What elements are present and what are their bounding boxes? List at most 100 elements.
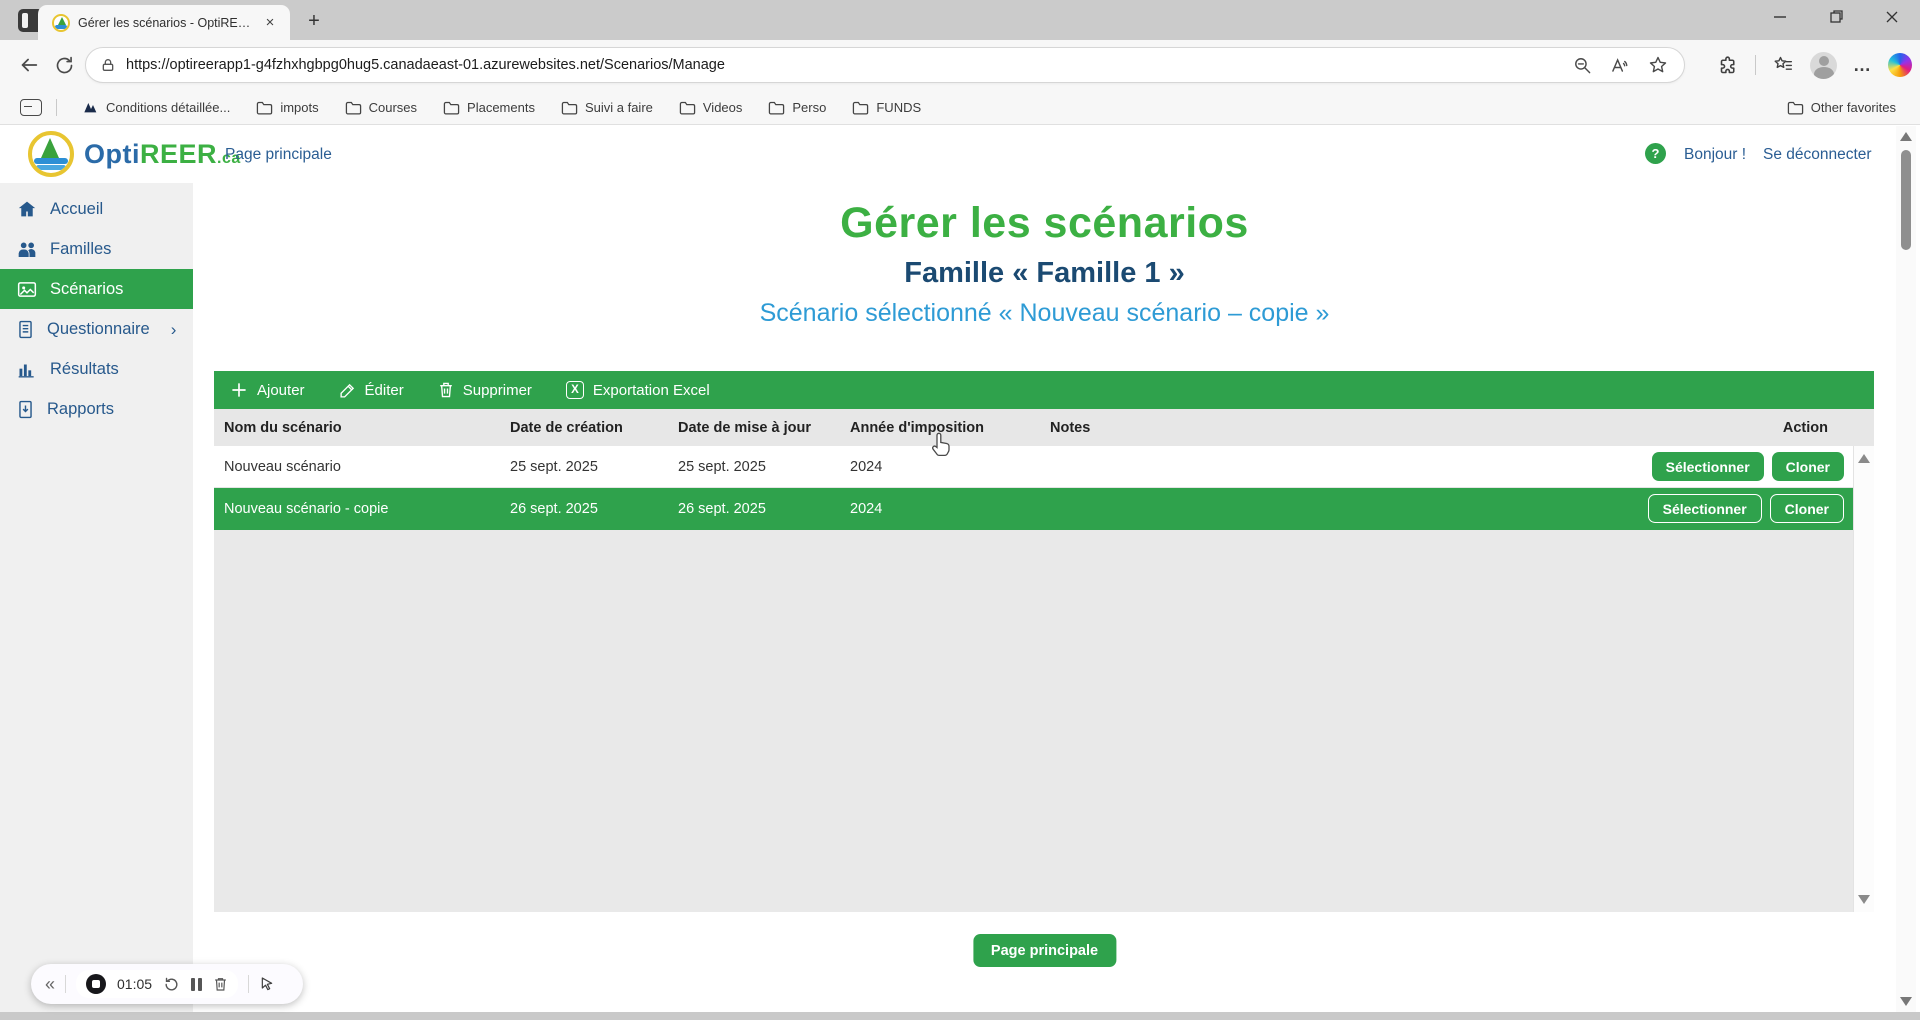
scroll-down-icon[interactable] [1858,895,1870,904]
page-title: Gérer les scénarios [193,199,1896,248]
bookmark-suivi[interactable]: Suivi a faire [561,100,653,115]
chevron-right-icon: › [171,320,177,340]
table-row-selected[interactable]: Nouveau scénario - copie 26 sept. 2025 2… [214,488,1874,530]
scrollbar-up-icon[interactable] [1900,132,1912,141]
browser-scrollbar[interactable] [1896,126,1916,1012]
minimize-button[interactable] [1752,0,1808,40]
logout-link[interactable]: Se déconnecter [1763,146,1872,164]
col-date-mise-a-jour[interactable]: Date de mise à jour [678,420,850,436]
recorder-controls: 01:05 [76,970,238,998]
main-content: Gérer les scénarios Famille « Famille 1 … [193,183,1896,1012]
export-excel-button[interactable]: X Exportation Excel [566,381,710,399]
toolbar-divider [1755,55,1756,75]
excel-icon: X [566,381,584,399]
sidebar-item-scenarios[interactable]: Scénarios [0,269,193,309]
export-button-label: Exportation Excel [593,382,710,399]
sidebar-item-label: Questionnaire [47,320,150,339]
app-logo[interactable]: OptiREER.ca [28,131,241,177]
url-text[interactable]: https://optireerapp1-g4fzhxhgbpg0hug5.ca… [126,57,1573,73]
other-favorites[interactable]: Other favorites [1787,90,1896,125]
delete-recording-icon[interactable] [213,976,228,992]
collections-icon[interactable] [1772,55,1794,75]
edit-button[interactable]: Éditer [339,382,404,399]
stop-recording-icon[interactable] [86,974,106,994]
profile-avatar[interactable] [1810,52,1837,79]
sidebar-item-rapports[interactable]: Rapports [0,389,193,429]
zoom-out-icon[interactable] [1573,56,1592,75]
sidebar-toggle-icon[interactable] [20,99,42,116]
col-annee-imposition[interactable]: Année d'imposition [850,420,1050,436]
folder-icon [1787,100,1804,115]
recorder-collapse-icon[interactable]: « [45,974,55,995]
address-bar[interactable]: https://optireerapp1-g4fzhxhgbpg0hug5.ca… [85,47,1685,83]
delete-button-label: Supprimer [463,382,532,399]
table-scrollbar[interactable] [1853,446,1874,912]
extensions-icon[interactable] [1718,55,1739,76]
app-header: OptiREER.ca Page principale ? Bonjour ! … [0,126,1896,183]
bookmark-funds[interactable]: FUNDS [852,100,921,115]
sidebar-item-label: Familles [50,240,111,259]
col-date-creation[interactable]: Date de création [510,420,678,436]
bookmark-placements[interactable]: Placements [443,100,535,115]
col-nom-scenario[interactable]: Nom du scénario [224,420,510,436]
clone-button[interactable]: Cloner [1770,494,1844,523]
bar-chart-icon [17,361,37,378]
scrollbar-thumb[interactable] [1901,150,1911,250]
help-icon[interactable]: ? [1645,143,1666,164]
bookmark-courses[interactable]: Courses [345,100,417,115]
brand-reer: REER [140,139,217,169]
select-button[interactable]: Sélectionner [1648,494,1762,523]
greeting-link[interactable]: Bonjour ! [1684,146,1746,164]
cell-actions: Sélectionner Cloner [1660,494,1874,523]
bookmark-conditions[interactable]: Conditions détaillée... [83,100,230,115]
page-principale-button[interactable]: Page principale [973,934,1116,967]
scroll-up-icon[interactable] [1858,454,1870,463]
bookmark-label: impots [280,100,318,115]
restore-button[interactable] [1808,0,1864,40]
bookmark-label: FUNDS [876,100,921,115]
refresh-icon[interactable] [54,55,75,76]
cell-scenario-name: Nouveau scénario [224,459,510,475]
sidebar-item-familles[interactable]: Familles [0,229,193,269]
nav-page-principale-link[interactable]: Page principale [225,146,332,164]
sidebar-nav: Accueil Familles Scénarios Questionnaire… [0,183,193,1012]
selected-scenario-subtitle: Scénario sélectionné « Nouveau scénario … [193,299,1896,328]
home-icon [17,200,37,218]
favorite-star-icon[interactable] [1648,55,1668,75]
cell-created-date: 25 sept. 2025 [510,459,678,475]
sailboat-logo-icon [28,131,74,177]
restart-recording-icon[interactable] [163,976,180,993]
clone-button[interactable]: Cloner [1772,452,1844,481]
sidebar-item-label: Rapports [47,400,114,419]
copilot-icon[interactable] [1888,53,1912,77]
scrollbar-down-icon[interactable] [1900,997,1912,1006]
bookmarks-bar: Conditions détaillée... impots Courses P… [0,90,1920,125]
bookmark-impots[interactable]: impots [256,100,318,115]
sidebar-item-accueil[interactable]: Accueil [0,189,193,229]
bookmark-label: Conditions détaillée... [106,100,230,115]
table-empty-area [214,530,1874,912]
browser-tab[interactable]: Gérer les scénarios - OptiREER × [38,5,290,40]
bookmark-videos[interactable]: Videos [679,100,743,115]
bookmark-label: Videos [703,100,743,115]
sidebar-item-questionnaire[interactable]: Questionnaire › [0,309,193,349]
pause-recording-icon[interactable] [191,978,202,991]
close-window-button[interactable] [1864,0,1920,40]
cell-actions: Sélectionner Cloner [1660,452,1874,481]
select-button[interactable]: Sélectionner [1652,452,1764,481]
cursor-tool-icon[interactable] [259,976,275,992]
add-button[interactable]: Ajouter [230,381,305,399]
settings-menu-icon[interactable]: … [1853,55,1872,76]
bookmark-perso[interactable]: Perso [768,100,826,115]
tab-close-icon[interactable]: × [260,13,280,33]
delete-button[interactable]: Supprimer [438,381,532,399]
table-row[interactable]: Nouveau scénario 25 sept. 2025 25 sept. … [214,446,1874,488]
plus-icon [230,381,248,399]
back-icon[interactable] [18,54,40,76]
read-aloud-icon[interactable] [1610,56,1630,75]
window-controls [1752,0,1920,40]
sidebar-item-resultats[interactable]: Résultats [0,349,193,389]
col-notes[interactable]: Notes [1050,420,1660,436]
bookmark-label: Courses [369,100,417,115]
new-tab-button[interactable]: + [300,9,328,35]
